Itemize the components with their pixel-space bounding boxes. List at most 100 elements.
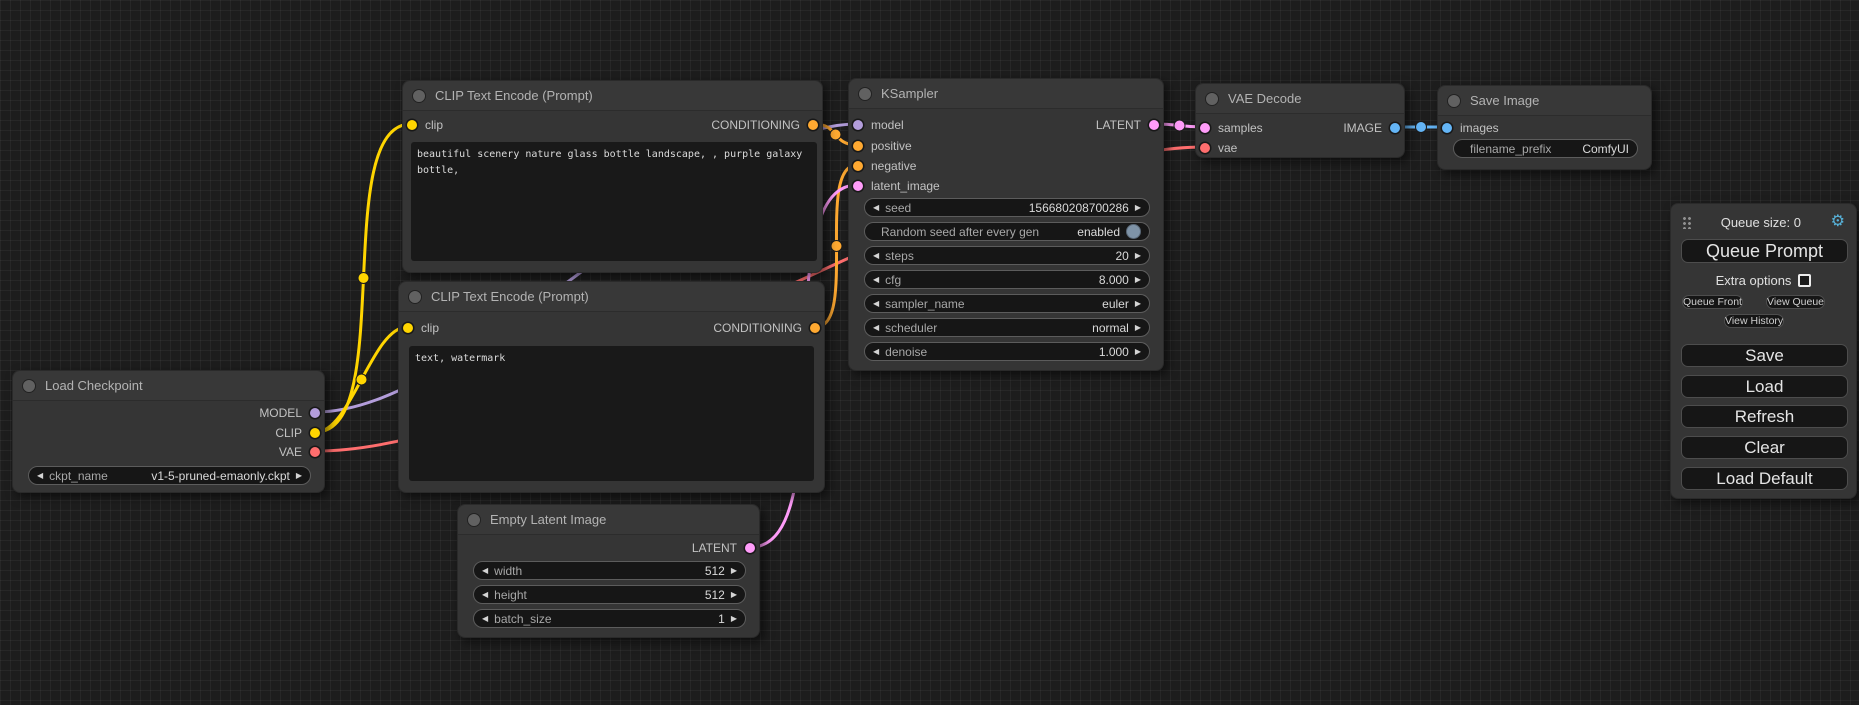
- decrement-arrow-icon[interactable]: ◀: [482, 591, 488, 599]
- output-port-LATENT[interactable]: [1149, 120, 1159, 130]
- collapse-dot-icon[interactable]: [413, 90, 425, 102]
- refresh-button[interactable]: Refresh: [1681, 405, 1848, 428]
- node-ksampler[interactable]: KSamplermodelpositivenegativelatent_imag…: [848, 78, 1164, 371]
- input-port-positive[interactable]: [853, 141, 863, 151]
- widget-label: cfg: [885, 273, 901, 287]
- load-button[interactable]: Load: [1681, 375, 1848, 398]
- output-label: LATENT: [1096, 118, 1141, 132]
- decrement-arrow-icon[interactable]: ◀: [873, 252, 879, 260]
- input-slot-vae: vae: [1200, 140, 1237, 156]
- input-port-latent_image[interactable]: [853, 181, 863, 191]
- prompt-textarea[interactable]: text, watermark: [409, 346, 814, 481]
- widget-height[interactable]: ◀height512▶: [473, 585, 746, 604]
- prompt-textarea[interactable]: beautiful scenery nature glass bottle la…: [411, 142, 817, 261]
- collapse-dot-icon[interactable]: [23, 380, 35, 392]
- input-port-clip[interactable]: [403, 323, 413, 333]
- increment-arrow-icon[interactable]: ▶: [731, 567, 737, 575]
- node-save-image[interactable]: Save Imageimagesfilename_prefixComfyUI: [1437, 85, 1652, 170]
- queue-size-label: Queue size: 0: [1691, 215, 1831, 230]
- output-port-IMAGE[interactable]: [1390, 123, 1400, 133]
- queue-prompt-button[interactable]: Queue Prompt: [1681, 239, 1848, 263]
- widget-denoise[interactable]: ◀denoise1.000▶: [864, 342, 1150, 361]
- decrement-arrow-icon[interactable]: ◀: [873, 276, 879, 284]
- widget-value: euler: [1102, 297, 1129, 311]
- decrement-arrow-icon[interactable]: ◀: [482, 567, 488, 575]
- load-default-button[interactable]: Load Default: [1681, 467, 1848, 490]
- input-label: negative: [871, 159, 916, 173]
- increment-arrow-icon[interactable]: ▶: [1135, 300, 1141, 308]
- collapse-dot-icon[interactable]: [1448, 95, 1460, 107]
- node-title-bar[interactable]: CLIP Text Encode (Prompt): [399, 282, 824, 312]
- comfyui-canvas[interactable]: { "app": { "name_hint": "node graph edit…: [0, 0, 1859, 705]
- collapse-dot-icon[interactable]: [1206, 93, 1218, 105]
- widget-label: denoise: [885, 345, 927, 359]
- view-history-button[interactable]: View History: [1724, 314, 1784, 328]
- output-port-CLIP[interactable]: [310, 428, 320, 438]
- widget-value: enabled: [1077, 225, 1120, 239]
- queue-front-button[interactable]: Queue Front: [1682, 295, 1743, 309]
- input-port-images[interactable]: [1442, 123, 1452, 133]
- increment-arrow-icon[interactable]: ▶: [1135, 276, 1141, 284]
- node-vae-decode[interactable]: VAE DecodesamplesvaeIMAGE: [1195, 83, 1405, 158]
- view-queue-button[interactable]: View Queue: [1766, 295, 1825, 309]
- widget-value: 8.000: [1099, 273, 1129, 287]
- increment-arrow-icon[interactable]: ▶: [1135, 252, 1141, 260]
- increment-arrow-icon[interactable]: ▶: [731, 591, 737, 599]
- widget-scheduler[interactable]: ◀schedulernormal▶: [864, 318, 1150, 337]
- increment-arrow-icon[interactable]: ▶: [731, 615, 737, 623]
- output-slot-CONDITIONING: CONDITIONING: [711, 117, 818, 133]
- save-button[interactable]: Save: [1681, 344, 1848, 367]
- node-title: Load Checkpoint: [45, 371, 324, 401]
- input-port-model[interactable]: [853, 120, 863, 130]
- node-clip-text-encode-negative[interactable]: CLIP Text Encode (Prompt)clipCONDITIONIN…: [398, 281, 825, 493]
- output-port-MODEL[interactable]: [310, 408, 320, 418]
- collapse-dot-icon[interactable]: [859, 88, 871, 100]
- increment-arrow-icon[interactable]: ▶: [1135, 348, 1141, 356]
- increment-arrow-icon[interactable]: ▶: [1135, 204, 1141, 212]
- increment-arrow-icon[interactable]: ▶: [1135, 324, 1141, 332]
- extra-options-checkbox[interactable]: [1798, 274, 1811, 287]
- node-title-bar[interactable]: CLIP Text Encode (Prompt): [403, 81, 822, 111]
- output-port-CONDITIONING[interactable]: [810, 323, 820, 333]
- widget-batch-size[interactable]: ◀batch_size1▶: [473, 609, 746, 628]
- node-load-checkpoint[interactable]: Load CheckpointMODELCLIPVAE◀ckpt_namev1-…: [12, 370, 325, 493]
- increment-arrow-icon[interactable]: ▶: [296, 472, 302, 480]
- output-port-CONDITIONING[interactable]: [808, 120, 818, 130]
- decrement-arrow-icon[interactable]: ◀: [482, 615, 488, 623]
- settings-gear-icon[interactable]: ⚙: [1831, 214, 1845, 230]
- widget-filename-prefix[interactable]: filename_prefixComfyUI: [1453, 139, 1638, 158]
- input-port-samples[interactable]: [1200, 123, 1210, 133]
- node-title-bar[interactable]: KSampler: [849, 79, 1163, 109]
- node-title-bar[interactable]: Save Image: [1438, 86, 1651, 116]
- collapse-dot-icon[interactable]: [468, 514, 480, 526]
- decrement-arrow-icon[interactable]: ◀: [873, 348, 879, 356]
- collapse-dot-icon[interactable]: [409, 291, 421, 303]
- widget-sampler-name[interactable]: ◀sampler_nameeuler▶: [864, 294, 1150, 313]
- widget-steps[interactable]: ◀steps20▶: [864, 246, 1150, 265]
- random-seed-toggle-icon[interactable]: [1126, 224, 1141, 239]
- node-title-bar[interactable]: Empty Latent Image: [458, 505, 759, 535]
- node-empty-latent-image[interactable]: Empty Latent ImageLATENT◀width512▶◀heigh…: [457, 504, 760, 638]
- decrement-arrow-icon[interactable]: ◀: [873, 300, 879, 308]
- drag-handle-icon[interactable]: [1682, 215, 1691, 229]
- node-title-bar[interactable]: Load Checkpoint: [13, 371, 324, 401]
- decrement-arrow-icon[interactable]: ◀: [873, 324, 879, 332]
- input-port-vae[interactable]: [1200, 143, 1210, 153]
- graph-stage[interactable]: Queue size: 0 ⚙ Queue Prompt Extra optio…: [0, 0, 1859, 705]
- widget-cfg[interactable]: ◀ cfg 8.000 ▶: [864, 270, 1150, 289]
- decrement-arrow-icon[interactable]: ◀: [37, 472, 43, 480]
- link-midpoint-dot: [831, 241, 842, 252]
- output-port-LATENT[interactable]: [745, 543, 755, 553]
- widget-random-seed-after-every-gen[interactable]: Random seed after every genenabled: [864, 222, 1150, 241]
- input-port-negative[interactable]: [853, 161, 863, 171]
- widget-ckpt-name[interactable]: ◀ckpt_namev1-5-pruned-emaonly.ckpt▶: [28, 466, 311, 485]
- input-slot-positive: positive: [853, 138, 912, 154]
- input-port-clip[interactable]: [407, 120, 417, 130]
- node-title-bar[interactable]: VAE Decode: [1196, 84, 1404, 114]
- clear-button[interactable]: Clear: [1681, 436, 1848, 459]
- decrement-arrow-icon[interactable]: ◀: [873, 204, 879, 212]
- node-clip-text-encode-positive[interactable]: CLIP Text Encode (Prompt)clipCONDITIONIN…: [402, 80, 823, 273]
- widget-seed[interactable]: ◀seed156680208700286▶: [864, 198, 1150, 217]
- output-port-VAE[interactable]: [310, 447, 320, 457]
- widget-width[interactable]: ◀width512▶: [473, 561, 746, 580]
